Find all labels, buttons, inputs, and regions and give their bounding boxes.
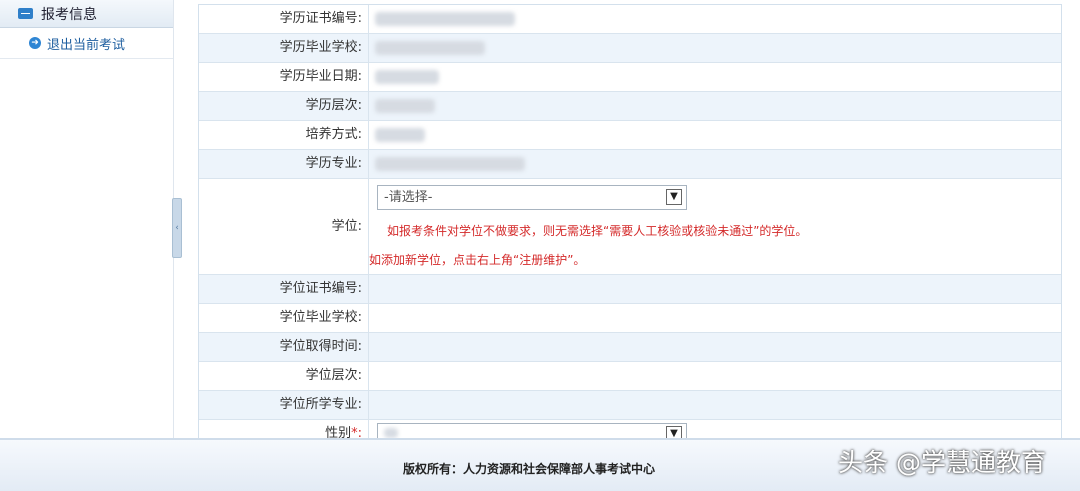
arrow-right-icon: ➜: [29, 37, 41, 49]
form-row: 学位毕业学校:: [199, 304, 1061, 333]
redacted-value: [375, 157, 525, 171]
form-row: 学历证书编号:: [199, 5, 1061, 34]
sidebar-header[interactable]: 报考信息: [0, 0, 173, 28]
redacted-value: [384, 428, 398, 438]
field-label: 学历证书编号:: [199, 5, 369, 33]
degree-select[interactable]: -请选择- ▼: [377, 185, 687, 210]
sidebar-header-label: 报考信息: [41, 6, 97, 23]
degree-select-value: -请选择-: [384, 190, 433, 205]
redacted-value: [375, 12, 515, 26]
sidebar-item-exit-exam[interactable]: ➜ 退出当前考试: [0, 28, 173, 59]
degree-add-hint-text: 如添加新学位，点击右上角“注册维护”。: [369, 253, 586, 267]
field-label: 学历专业:: [199, 150, 369, 178]
registration-form: 学历证书编号: 学历毕业学校: 学历毕业日期: 学历层次: 培养方式: 学历专业…: [198, 4, 1062, 450]
form-row: 学历毕业学校:: [199, 34, 1061, 63]
field-label: 学位毕业学校:: [199, 304, 369, 332]
form-row: 学位所学专业:: [199, 391, 1061, 420]
copyright-text: 版权所有：人力资源和社会保障部人事考试中心: [403, 462, 656, 476]
chevron-down-icon: ▼: [666, 189, 682, 205]
field-label: 学历毕业学校:: [199, 34, 369, 62]
field-label: 学位证书编号:: [199, 275, 369, 303]
degree-level-value: [369, 362, 1061, 390]
training-mode-value: [369, 121, 1061, 149]
form-row: 学位取得时间:: [199, 333, 1061, 362]
field-label: 学历毕业日期:: [199, 63, 369, 91]
redacted-value: [375, 70, 439, 84]
form-row: 学历层次:: [199, 92, 1061, 121]
redacted-value: [375, 99, 435, 113]
redacted-value: [375, 41, 485, 55]
degree-major-value: [369, 391, 1061, 419]
form-row: 学位证书编号:: [199, 275, 1061, 304]
collapse-handle[interactable]: ‹: [172, 198, 182, 258]
degree-field: -请选择- ▼ 如报考条件对学位不做要求，则无需选择“需要人工核验或核验未通过”…: [369, 179, 1061, 274]
watermark-text: 头条 @学慧通教育: [838, 448, 1046, 477]
form-row: 学历毕业日期:: [199, 63, 1061, 92]
field-label: 培养方式:: [199, 121, 369, 149]
form-row-degree: 学位: -请选择- ▼ 如报考条件对学位不做要求，则无需选择“需要人工核验或核验…: [199, 179, 1061, 275]
field-label: 学位:: [199, 179, 369, 274]
panel-icon: [18, 8, 33, 19]
redacted-value: [375, 128, 425, 142]
degree-hint-text: 如报考条件对学位不做要求，则无需选择“需要人工核验或核验未通过”的学位。: [387, 224, 808, 238]
edu-level-value: [369, 92, 1061, 120]
sidebar-item-label: 退出当前考试: [47, 37, 126, 53]
field-label: 学位取得时间:: [199, 333, 369, 361]
form-row: 学位层次:: [199, 362, 1061, 391]
field-label: 学位层次:: [199, 362, 369, 390]
field-label: 学历层次:: [199, 92, 369, 120]
degree-school-value: [369, 304, 1061, 332]
form-row: 学历专业:: [199, 150, 1061, 179]
form-row: 培养方式:: [199, 121, 1061, 150]
edu-grad-date-value: [369, 63, 1061, 91]
degree-cert-no-value: [369, 275, 1061, 303]
degree-date-value: [369, 333, 1061, 361]
edu-cert-no-value: [369, 5, 1061, 33]
edu-school-value: [369, 34, 1061, 62]
edu-major-value: [369, 150, 1061, 178]
field-label: 学位所学专业:: [199, 391, 369, 419]
left-sidebar: 报考信息 ➜ 退出当前考试: [0, 0, 174, 438]
